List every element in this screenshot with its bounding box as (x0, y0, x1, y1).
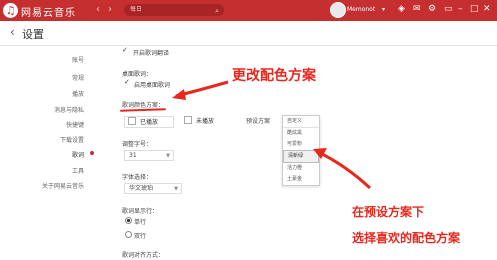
annotation-top: 更改配色方案 (232, 68, 316, 84)
annotation-bottom-1: 在预设方案下 (352, 205, 425, 219)
arrow-head-top (172, 89, 186, 100)
arrow-head-bottom (313, 148, 327, 159)
annotation-arrows (172, 80, 372, 190)
annotation-bottom-2: 选择喜欢的配色方案 (352, 231, 461, 245)
arrow-to-dropdown (317, 150, 372, 190)
